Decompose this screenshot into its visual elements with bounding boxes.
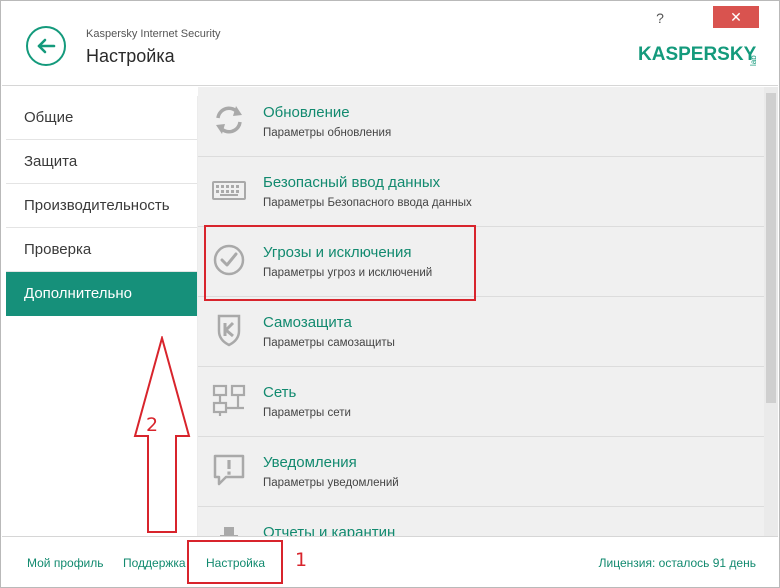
item-title: Обновление <box>263 104 350 121</box>
reports-icon <box>220 527 238 536</box>
scroll-thumb[interactable] <box>766 93 776 403</box>
refresh-icon <box>216 106 242 134</box>
my-profile-link[interactable]: Мой профиль <box>27 556 104 570</box>
keyboard-icon <box>212 181 246 200</box>
item-desc: Параметры Безопасного ввода данных <box>263 197 472 209</box>
item-desc: Параметры обновления <box>263 127 392 139</box>
list-item-network[interactable]: Сеть Параметры сети <box>198 367 764 437</box>
logo-sub: lab <box>749 55 758 66</box>
item-desc: Параметры уведомлений <box>263 477 399 489</box>
sidebar-item-performance[interactable]: Производительность <box>6 184 197 228</box>
annotation-number-1: 1 <box>295 549 308 571</box>
license-status: Лицензия: осталось 91 день <box>598 556 756 570</box>
kaspersky-logo: KASPERSKY lab <box>638 44 758 66</box>
sidebar-item-scan[interactable]: Проверка <box>6 228 197 272</box>
alert-icon <box>213 454 245 486</box>
page-title: Настройка <box>86 46 175 66</box>
item-title: Сеть <box>263 384 297 401</box>
item-desc: Параметры сети <box>263 407 351 419</box>
sidebar-item-advanced[interactable]: Дополнительно <box>6 272 197 316</box>
annotation-box-settings <box>187 540 283 584</box>
header: Kaspersky Internet Security Настройка ? … <box>2 2 778 86</box>
item-desc: Параметры самозащиты <box>263 337 395 349</box>
item-title: Отчеты и карантин <box>263 524 396 536</box>
back-button[interactable] <box>26 26 66 66</box>
item-title: Уведомления <box>263 454 357 471</box>
list-item-notifications[interactable]: Уведомления Параметры уведомлений <box>198 437 764 507</box>
list-item-update[interactable]: Обновление Параметры обновления <box>198 87 764 157</box>
scrollbar[interactable] <box>764 87 778 536</box>
sidebar-item-protection[interactable]: Защита <box>6 140 197 184</box>
logo-text: KASPERSKY <box>638 44 757 65</box>
item-title: Самозащита <box>263 314 352 331</box>
settings-list: Обновление Параметры обновления Безопасн… <box>198 87 764 536</box>
item-title: Безопасный ввод данных <box>263 174 441 191</box>
shield-k-icon <box>217 314 241 347</box>
footer: Мой профиль Поддержка Настройка Лицензия… <box>2 536 778 587</box>
close-button[interactable]: ✕ <box>713 6 759 28</box>
annotation-number-2: 2 <box>146 414 159 436</box>
list-item-secure-input[interactable]: Безопасный ввод данных Параметры Безопас… <box>198 157 764 227</box>
app-name: Kaspersky Internet Security <box>86 28 221 40</box>
sidebar-item-general[interactable]: Общие <box>6 96 197 140</box>
help-button[interactable]: ? <box>650 8 670 28</box>
list-item-self-defense[interactable]: Самозащита Параметры самозащиты <box>198 297 764 367</box>
network-icon <box>212 384 246 416</box>
arrow-left-icon <box>37 38 56 54</box>
list-item-reports[interactable]: Отчеты и карантин <box>198 507 764 536</box>
annotation-box-threats <box>204 225 476 301</box>
support-link[interactable]: Поддержка <box>123 556 186 570</box>
annotation-arrow-up <box>133 336 191 533</box>
